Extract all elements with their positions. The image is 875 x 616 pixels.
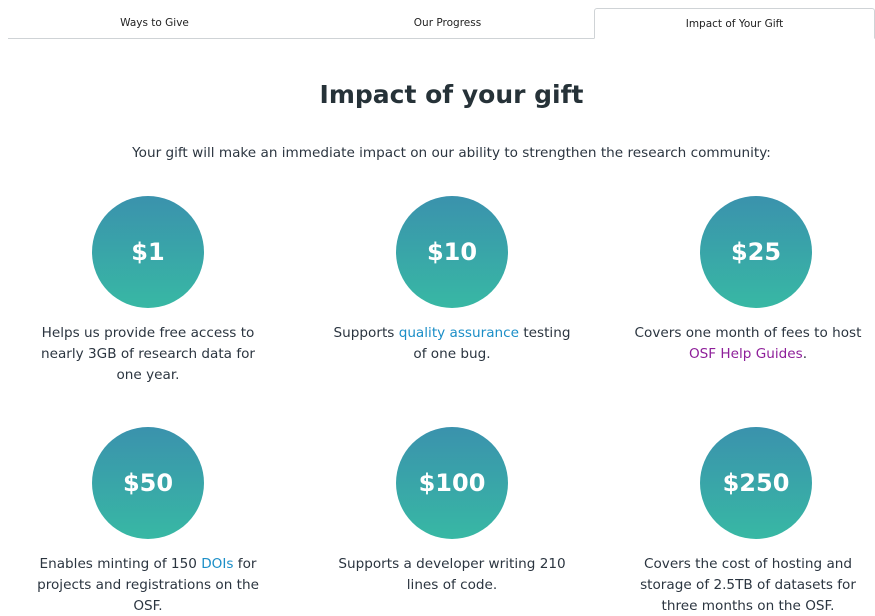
- desc-text: Enables minting of 150: [39, 556, 202, 572]
- tab-impact-of-your-gift[interactable]: Impact of Your Gift: [594, 8, 875, 39]
- page: Ways to Give Our Progress Impact of Your…: [0, 0, 875, 616]
- amount-label: $100: [418, 469, 486, 497]
- amount-label: $10: [426, 238, 478, 266]
- amount-circle-1: $1: [92, 196, 204, 308]
- impact-description-250: Covers the cost of hosting and storage o…: [621, 554, 875, 616]
- amount-circle-50: $50: [92, 427, 204, 539]
- desc-line: three months on the OSF.: [661, 598, 835, 614]
- desc-line: of one bug.: [413, 346, 491, 362]
- desc-line: OSF.: [133, 598, 163, 614]
- desc-line: Covers the cost of hosting and: [643, 556, 853, 572]
- desc-text: Supports: [333, 325, 399, 341]
- desc-line: nearly 3GB of research data for: [40, 346, 256, 362]
- amount-circle-10: $10: [396, 196, 508, 308]
- amount-label: $250: [722, 469, 790, 497]
- amount-circle-250: $250: [700, 427, 812, 539]
- desc-line: Covers one month of fees to host: [634, 325, 862, 341]
- impact-description-25: Covers one month of fees to host OSF Hel…: [621, 323, 875, 365]
- amount-label: $1: [131, 238, 165, 266]
- page-title: Impact of your gift: [319, 80, 584, 109]
- desc-line: projects and registrations on the: [37, 577, 259, 593]
- desc-text: testing: [519, 325, 571, 341]
- amount-label: $25: [730, 238, 782, 266]
- impact-description-100: Supports a developer writing 210 lines o…: [317, 554, 587, 596]
- desc-line: storage of 2.5TB of datasets for: [640, 577, 856, 593]
- desc-line: lines of code.: [406, 577, 498, 593]
- desc-text: for: [233, 556, 257, 572]
- tab-bar: Ways to Give Our Progress Impact of Your…: [8, 8, 875, 39]
- amount-label: $50: [122, 469, 174, 497]
- desc-line: Supports quality assurance testing: [317, 323, 587, 344]
- desc-line: Helps us provide free access to: [41, 325, 255, 341]
- desc-line: OSF Help Guides.: [621, 344, 875, 365]
- desc-line: Supports a developer writing 210: [338, 556, 566, 572]
- quality-assurance-link[interactable]: quality assurance: [399, 325, 519, 341]
- impact-description-50: Enables minting of 150 DOIs for projects…: [13, 554, 283, 616]
- tab-ways-to-give[interactable]: Ways to Give: [8, 8, 301, 38]
- amount-circle-100: $100: [396, 427, 508, 539]
- dois-link[interactable]: DOIs: [201, 556, 233, 572]
- desc-text: .: [802, 346, 808, 362]
- impact-description-10: Supports quality assurance testing of on…: [317, 323, 587, 365]
- impact-description-1: Helps us provide free access to nearly 3…: [13, 323, 283, 386]
- intro-text: Your gift will make an immediate impact …: [132, 145, 771, 161]
- tab-our-progress[interactable]: Our Progress: [301, 8, 594, 38]
- amount-circle-25: $25: [700, 196, 812, 308]
- desc-line: Enables minting of 150 DOIs for: [13, 554, 283, 575]
- osf-help-guides-link[interactable]: OSF Help Guides: [689, 346, 803, 362]
- desc-line: one year.: [116, 367, 180, 383]
